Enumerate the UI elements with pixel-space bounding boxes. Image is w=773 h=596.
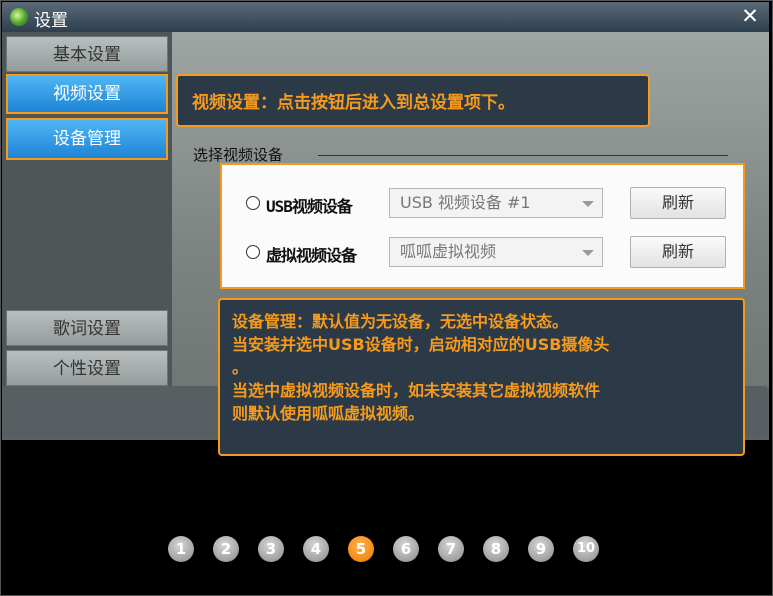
virtual-refresh-button[interactable]: 刷新: [630, 236, 726, 268]
title-bar[interactable]: 设置 ✕: [2, 2, 769, 32]
page-6-button[interactable]: 6: [393, 536, 419, 562]
usb-refresh-button[interactable]: 刷新: [630, 187, 726, 219]
group-divider: [318, 155, 728, 156]
sidebar-item-lyrics[interactable]: 歌词设置: [6, 310, 168, 346]
video-settings-callout: 视频设置：点击按钮后进入到总设置项下。: [176, 74, 650, 127]
window-title: 设置: [34, 11, 68, 31]
callout-line: 当选中虚拟视频设备时，如未安装其它虚拟视频软件: [232, 381, 601, 400]
usb-device-radio[interactable]: [246, 196, 260, 210]
page-3-button[interactable]: 3: [258, 536, 284, 562]
page-2-button[interactable]: 2: [213, 536, 239, 562]
close-icon[interactable]: ✕: [739, 4, 761, 28]
virtual-device-select[interactable]: 呱呱虚拟视频: [389, 237, 603, 267]
callout-line: 。: [232, 358, 249, 377]
usb-device-select[interactable]: USB 视频设备 #1: [389, 188, 603, 218]
sidebar-item-device[interactable]: 设备管理: [6, 118, 168, 160]
callout-line: 设备管理：默认值为无设备，无选中设备状态。: [232, 312, 569, 331]
page-5-button[interactable]: 5: [348, 536, 374, 562]
device-select-panel: USB视频设备 USB 视频设备 #1 刷新 虚拟视频设备 呱呱虚拟视频 刷新: [220, 163, 745, 289]
virtual-device-label: 虚拟视频设备: [266, 246, 357, 265]
group-title: 选择视频设备: [193, 146, 284, 164]
app-logo-icon: [10, 8, 28, 26]
chevron-down-icon: [582, 250, 594, 256]
settings-sidebar: 基本设置 视频设置 设备管理 歌词设置 个性设置: [2, 32, 172, 388]
page-10-button[interactable]: 10: [573, 536, 599, 562]
page-4-button[interactable]: 4: [303, 536, 329, 562]
virtual-device-radio[interactable]: [246, 245, 260, 259]
page-9-button[interactable]: 9: [528, 536, 554, 562]
virtual-device-select-value: 呱呱虚拟视频: [400, 242, 497, 261]
callout-line: 则默认使用呱呱虚拟视频。: [232, 404, 425, 423]
sidebar-item-personal[interactable]: 个性设置: [6, 350, 168, 386]
video-settings-callout-text: 视频设置：点击按钮后进入到总设置项下。: [192, 93, 515, 113]
page-8-button[interactable]: 8: [483, 536, 509, 562]
page-1-button[interactable]: 1: [168, 536, 194, 562]
chevron-down-icon: [582, 201, 594, 207]
usb-device-label: USB视频设备: [266, 197, 353, 216]
callout-line: 当安装并选中USB设备时，启动相对应的USB摄像头: [232, 335, 610, 354]
sidebar-item-basic[interactable]: 基本设置: [6, 36, 168, 72]
page-7-button[interactable]: 7: [438, 536, 464, 562]
usb-device-select-value: USB 视频设备 #1: [400, 193, 531, 212]
device-management-callout: 设备管理：默认值为无设备，无选中设备状态。 当安装并选中USB设备时，启动相对应…: [218, 298, 745, 456]
sidebar-item-video[interactable]: 视频设置: [6, 74, 168, 114]
